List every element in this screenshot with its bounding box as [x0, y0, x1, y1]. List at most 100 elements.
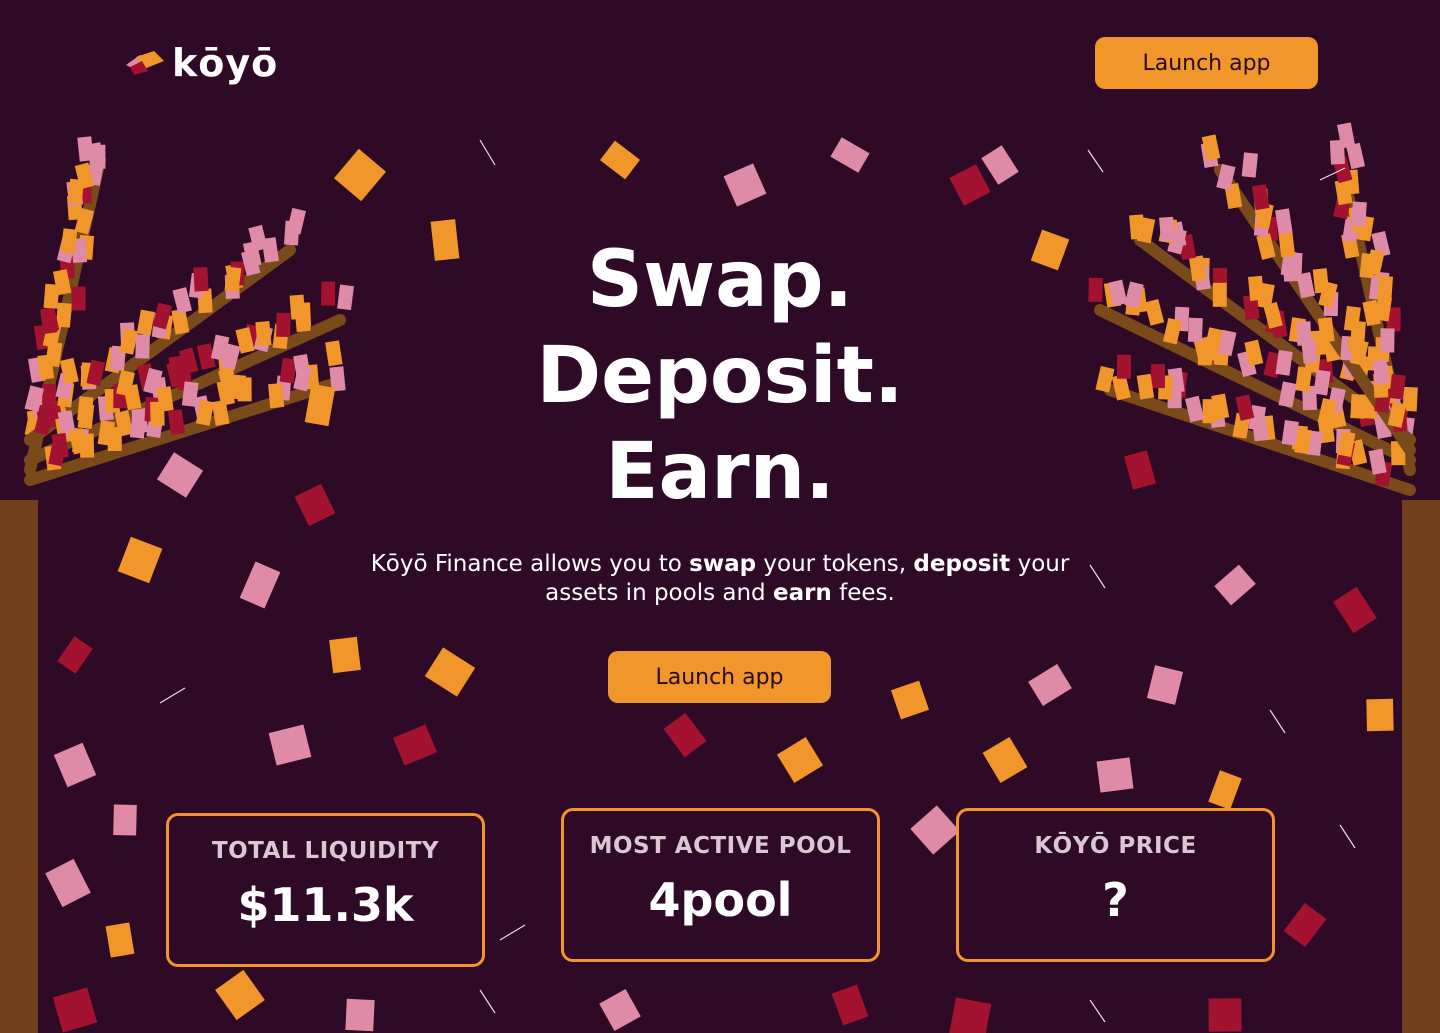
stat-value: 4pool — [648, 873, 793, 927]
tree-leaf — [1263, 302, 1283, 329]
tree-leaf — [1241, 152, 1259, 178]
falling-leaf — [1146, 665, 1184, 705]
tree-leaf — [135, 334, 150, 359]
tree-leaf — [1317, 317, 1335, 343]
falling-streak — [159, 687, 186, 704]
tree-leaf — [77, 136, 94, 162]
tree-leaf — [1346, 142, 1366, 170]
stat-value: $11.3k — [237, 878, 414, 932]
falling-leaf — [156, 452, 204, 498]
tree-leaf — [1389, 374, 1406, 400]
subtitle-text-2: your tokens, — [756, 551, 914, 577]
falling-leaf — [890, 680, 930, 720]
falling-leaf — [776, 737, 824, 783]
falling-leaf — [1096, 757, 1134, 793]
falling-leaf — [53, 742, 97, 788]
tree-leaf — [296, 302, 312, 327]
tree-leaf — [1162, 317, 1183, 345]
falling-streak — [499, 924, 526, 941]
falling-streak — [1339, 824, 1356, 849]
falling-leaf — [663, 712, 707, 758]
tree-leaf — [325, 340, 343, 367]
tree-leaf — [286, 207, 306, 235]
tree-leaf — [79, 433, 95, 458]
tree-leaf — [1116, 354, 1132, 379]
falling-leaf — [105, 922, 135, 958]
tree-leaf — [255, 321, 272, 347]
subtitle-keyword-earn: earn — [772, 580, 832, 606]
tree-leaf — [1212, 282, 1227, 307]
tree-leaf — [55, 302, 72, 328]
falling-streak — [1087, 149, 1104, 173]
stat-card-total-liquidity: TOTAL LIQUIDITY $11.3k — [166, 813, 485, 967]
falling-leaf — [52, 987, 98, 1033]
subtitle-text-4: fees. — [831, 580, 895, 606]
falling-leaf — [981, 145, 1019, 185]
tree-leaf — [1377, 275, 1394, 301]
falling-leaf — [982, 736, 1028, 784]
tree-trunk-right — [1402, 500, 1440, 1033]
tree-leaf — [1350, 393, 1366, 419]
falling-leaf — [831, 984, 869, 1026]
tree-leaf — [91, 144, 106, 169]
falling-leaf — [268, 724, 312, 766]
tree-leaf — [172, 287, 192, 314]
tree-leaf — [1088, 277, 1103, 303]
falling-streak — [1269, 709, 1286, 734]
falling-leaf — [113, 804, 137, 836]
falling-leaf — [599, 988, 641, 1032]
falling-leaf — [57, 636, 93, 674]
tree-leaf — [1187, 317, 1203, 343]
falling-leaf — [723, 163, 767, 207]
stat-label: MOST ACTIVE POOL — [589, 833, 852, 859]
headline-line-swap: Swap. — [586, 235, 854, 325]
tree-leaf — [1251, 184, 1270, 211]
koyo-leaf-logo-icon — [126, 51, 164, 75]
falling-streak — [1089, 999, 1106, 1023]
subtitle-keyword-swap: swap — [689, 551, 757, 577]
falling-leaf — [910, 805, 960, 855]
falling-leaf — [949, 164, 991, 206]
falling-leaf — [1030, 229, 1070, 271]
koyo-logo[interactable]: kōyō — [124, 44, 278, 82]
launch-app-button-hero[interactable]: Launch app — [608, 651, 831, 703]
tree-leaf — [1275, 208, 1293, 235]
falling-leaf — [1028, 664, 1072, 706]
tree-leaf — [1380, 328, 1395, 353]
falling-streak — [1089, 564, 1106, 589]
falling-leaf — [1124, 450, 1156, 490]
falling-leaf — [1208, 998, 1242, 1032]
subtitle-keyword-deposit: deposit — [913, 551, 1011, 577]
tree-leaf — [193, 266, 209, 292]
tree-leaf — [1159, 216, 1175, 242]
tree-leaf — [1296, 321, 1312, 346]
tree-leaf — [1247, 275, 1265, 301]
brand-name: kōyō — [172, 41, 279, 85]
falling-leaf — [1366, 698, 1394, 732]
tree-leaf — [71, 286, 86, 311]
falling-leaf — [333, 148, 387, 202]
tree-leaf — [229, 374, 247, 400]
tree-leaf — [337, 284, 354, 311]
tree-leaf — [1144, 299, 1165, 326]
tree-leaf — [60, 228, 78, 254]
subtitle-text-1: Kōyō Finance allows you to — [370, 551, 690, 577]
falling-streak — [479, 139, 496, 166]
tree-leaf — [261, 237, 279, 263]
tree-leaf — [276, 312, 291, 338]
tree-leaf — [1278, 231, 1296, 258]
falling-leaf — [1333, 586, 1377, 634]
tree-leaf — [1351, 201, 1367, 227]
falling-leaf — [294, 483, 336, 527]
tree-leaf — [1312, 268, 1330, 294]
stat-card-koyo-price: KŌYŌ PRICE ? — [956, 808, 1275, 962]
stat-label: TOTAL LIQUIDITY — [211, 838, 440, 864]
tree-leaf — [321, 281, 336, 306]
launch-app-button-header[interactable]: Launch app — [1095, 37, 1318, 89]
tree-leaf — [136, 309, 155, 336]
tree-leaf — [1365, 249, 1385, 276]
falling-leaf — [1214, 564, 1256, 606]
falling-leaf — [1283, 902, 1327, 948]
tree-leaf — [1150, 364, 1166, 389]
falling-leaf — [345, 998, 375, 1032]
